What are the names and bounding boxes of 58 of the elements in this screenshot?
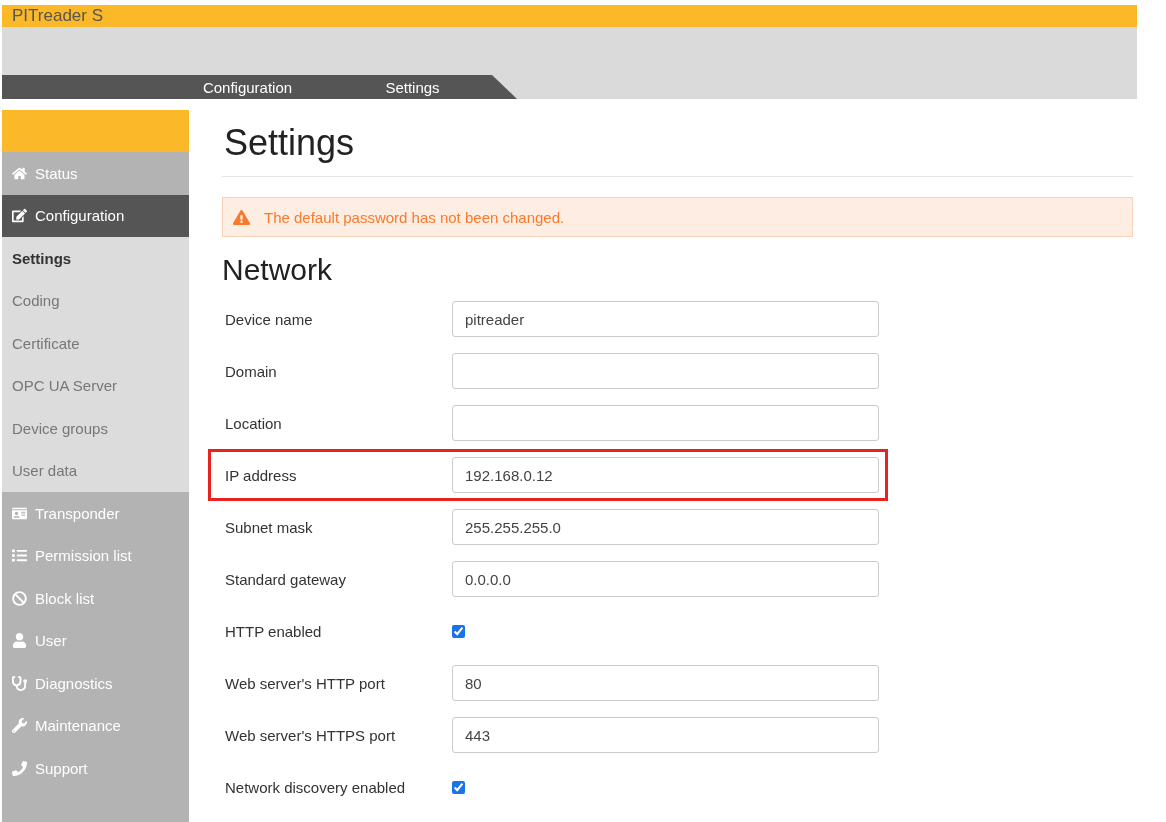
field-label: HTTP enabled bbox=[225, 622, 323, 640]
sidebar-item-label: Configuration bbox=[35, 207, 125, 225]
sidebar-item-label: Coding bbox=[12, 292, 60, 310]
sidebar-item-label: Settings bbox=[12, 249, 72, 267]
field-label: IP address bbox=[225, 466, 298, 484]
sidebar-item[interactable]: OPC UA Server bbox=[2, 364, 189, 407]
edit-icon bbox=[12, 208, 27, 224]
home-icon bbox=[12, 165, 27, 181]
input-field[interactable]: 255.255.255.0 bbox=[452, 509, 879, 545]
sidebar-item-label: User data bbox=[12, 462, 78, 480]
sidebar-item[interactable]: Settings bbox=[2, 237, 189, 280]
input-field[interactable] bbox=[452, 353, 879, 389]
checkbox[interactable] bbox=[452, 624, 465, 638]
page-title: Settings bbox=[222, 110, 1133, 177]
sidebar-item[interactable]: Device groups bbox=[2, 407, 189, 450]
sidebar-item[interactable]: Configuration bbox=[2, 194, 189, 237]
id-card-icon bbox=[12, 505, 27, 521]
list-icon bbox=[12, 548, 27, 564]
sidebar-item-label: Status bbox=[35, 164, 78, 182]
wrench-icon bbox=[12, 718, 27, 734]
input-field[interactable]: 0.0.0.0 bbox=[452, 561, 879, 597]
field-label: Subnet mask bbox=[225, 518, 314, 536]
phone-icon bbox=[12, 760, 27, 776]
sidebar-item-label: Maintenance bbox=[35, 717, 121, 735]
warning-icon bbox=[233, 208, 250, 226]
sidebar-item-label: Certificate bbox=[12, 334, 80, 352]
sidebar-item-label: User bbox=[35, 632, 67, 650]
input-field[interactable]: 192.168.0.12 bbox=[452, 457, 879, 493]
sidebar-item[interactable]: Certificate bbox=[2, 322, 189, 365]
sidebar-item-label: Device groups bbox=[12, 419, 108, 437]
sidebar-item[interactable]: Coding bbox=[2, 279, 189, 322]
user-icon bbox=[12, 633, 27, 649]
stethoscope-icon bbox=[12, 675, 27, 691]
app-title: PITreader S bbox=[2, 5, 1137, 27]
sidebar-item[interactable]: User data bbox=[2, 449, 189, 492]
sidebar-item-label: Permission list bbox=[35, 547, 132, 565]
input-field[interactable]: pitreader bbox=[452, 301, 879, 337]
field-label: Device name bbox=[225, 310, 314, 328]
warning-text: The default password has not been changed. bbox=[264, 208, 565, 226]
field-label: Network discovery enabled bbox=[225, 778, 407, 796]
sidebar-item-label: OPC UA Server bbox=[12, 377, 118, 395]
field-label: Standard gateway bbox=[225, 570, 347, 588]
sidebar-item-label: Block list bbox=[35, 589, 95, 607]
input-field[interactable] bbox=[452, 405, 879, 441]
input-field[interactable]: 80 bbox=[452, 665, 879, 701]
breadcrumb-link[interactable]: Settings bbox=[330, 75, 495, 99]
ban-icon bbox=[12, 590, 27, 606]
sidebar-item-label: Support bbox=[35, 759, 88, 777]
breadcrumb-link[interactable]: Configuration bbox=[165, 75, 330, 99]
field-label: Web server's HTTPS port bbox=[225, 726, 397, 744]
sidebar-item-label: Diagnostics bbox=[35, 674, 113, 692]
section-title: Network bbox=[222, 253, 334, 287]
field-label: Web server's HTTP port bbox=[225, 674, 386, 692]
field-label: Location bbox=[225, 414, 283, 432]
input-field[interactable]: 443 bbox=[452, 717, 879, 753]
checkbox[interactable] bbox=[452, 780, 465, 794]
field-label: Domain bbox=[225, 362, 278, 380]
sidebar-item-label: Transponder bbox=[35, 504, 120, 522]
